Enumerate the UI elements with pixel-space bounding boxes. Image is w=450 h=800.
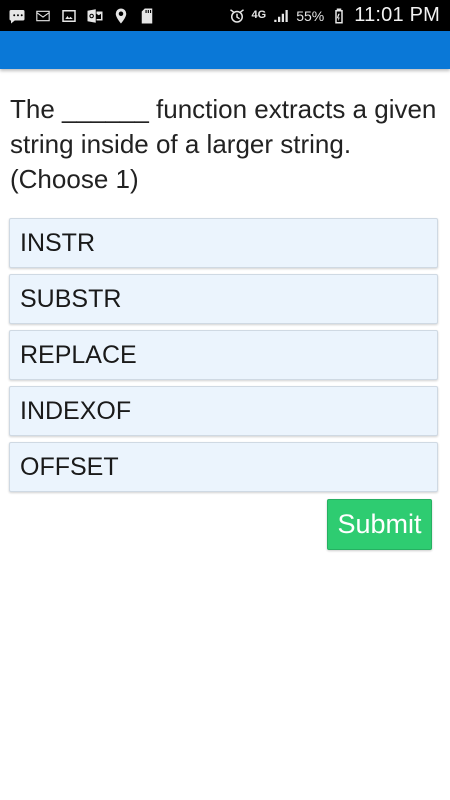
gallery-icon bbox=[60, 7, 78, 25]
answer-options: INSTR SUBSTR REPLACE INDEXOF OFFSET bbox=[9, 218, 438, 492]
option-substr[interactable]: SUBSTR bbox=[9, 274, 438, 324]
option-instr[interactable]: INSTR bbox=[9, 218, 438, 268]
mail-icon bbox=[34, 7, 52, 25]
option-replace[interactable]: REPLACE bbox=[9, 330, 438, 380]
network-icon: 4G bbox=[251, 9, 267, 21]
submit-button[interactable]: Submit bbox=[327, 499, 432, 550]
clock: 11:01 PM bbox=[354, 4, 440, 26]
system-icons: 4G 55% 11:01 PM bbox=[228, 4, 450, 27]
chat-icon bbox=[8, 7, 26, 25]
app-bar bbox=[0, 31, 450, 69]
signal-icon bbox=[272, 7, 290, 25]
alarm-icon bbox=[228, 7, 246, 25]
status-bar: 4G 55% 11:01 PM bbox=[0, 0, 450, 31]
option-indexof[interactable]: INDEXOF bbox=[9, 386, 438, 436]
maps-icon bbox=[112, 7, 130, 25]
battery-icon bbox=[330, 7, 348, 25]
outlook-icon bbox=[86, 7, 104, 25]
sd-card-icon bbox=[138, 7, 156, 25]
battery-percentage: 55% bbox=[296, 7, 325, 24]
option-offset[interactable]: OFFSET bbox=[9, 442, 438, 492]
question-text: The ______ function extracts a given str… bbox=[10, 94, 437, 194]
notification-icons bbox=[0, 7, 156, 25]
